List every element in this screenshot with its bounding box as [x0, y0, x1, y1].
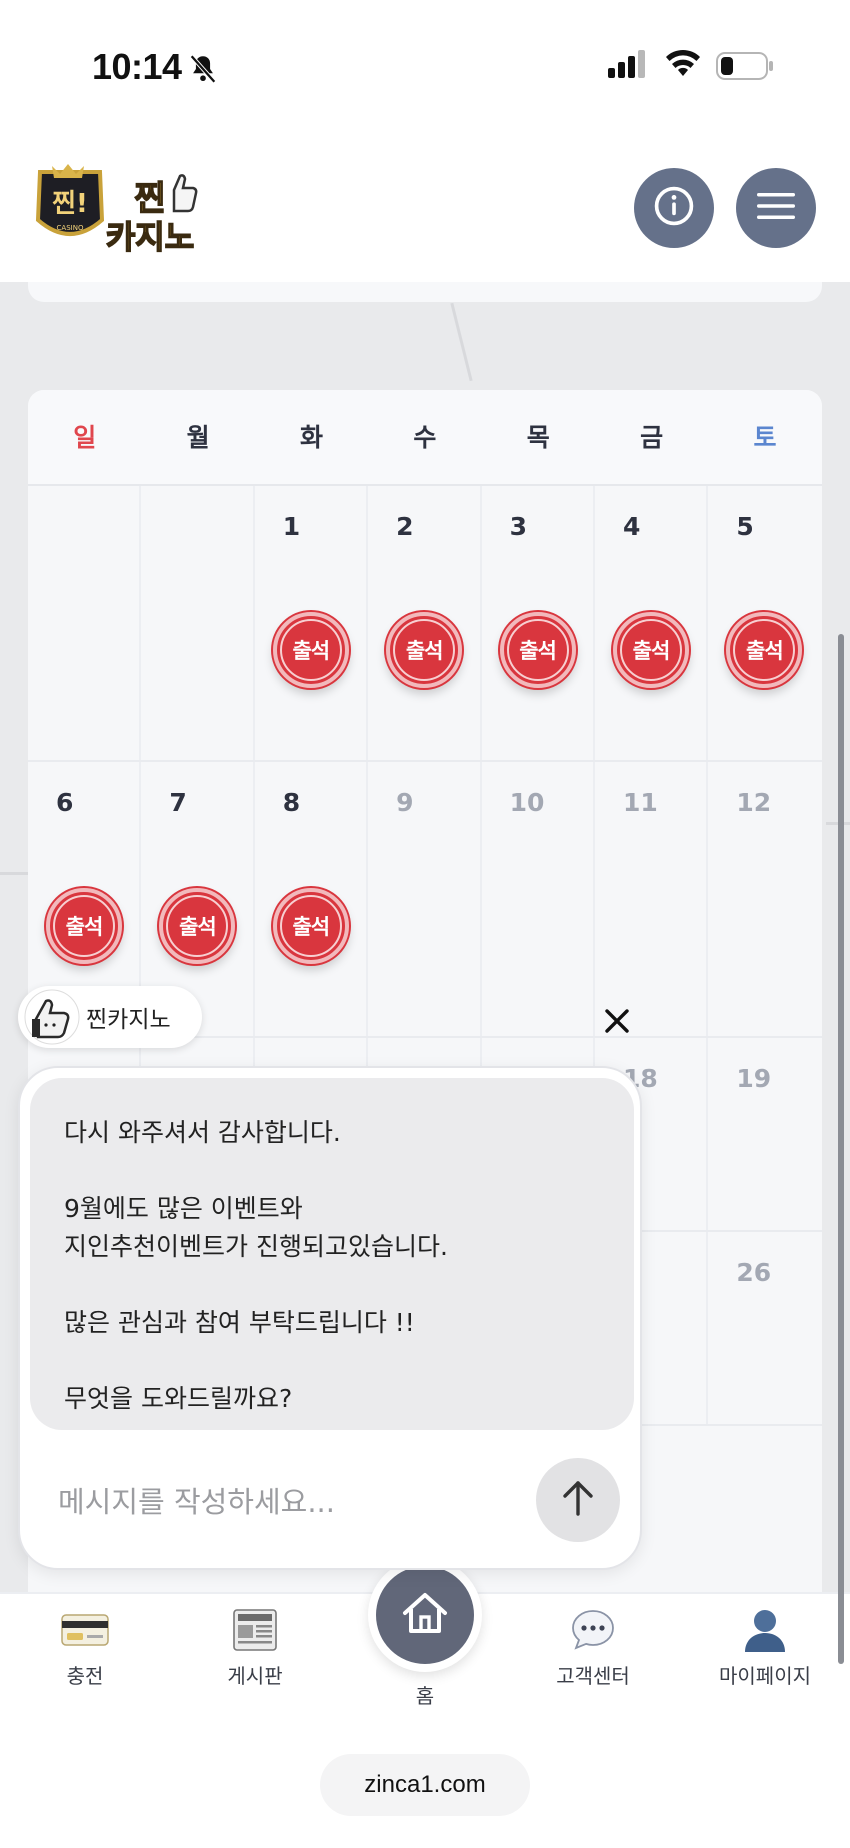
page-scrollbar[interactable] [838, 634, 844, 1664]
calendar-day-cell[interactable]: 3 출석 [482, 486, 595, 760]
calendar-day-cell[interactable]: 5 출석 [708, 486, 821, 760]
calendar-day-number: 7 [169, 788, 187, 817]
calendar-day-cell[interactable]: 2 출석 [368, 486, 482, 760]
calendar-day-cell [141, 486, 255, 760]
chat-send-button[interactable] [536, 1458, 620, 1542]
calendar-day-number: 19 [736, 1064, 772, 1093]
calendar-day-number: 6 [56, 788, 74, 817]
attendance-stamp-label: 출석 [506, 619, 569, 681]
browser-url-bar[interactable]: zinca1.com [320, 1754, 530, 1816]
calendar-day-cell[interactable]: 9 [368, 762, 482, 1036]
thumbs-up-mascot-icon [24, 989, 80, 1045]
info-button[interactable] [634, 168, 714, 248]
calendar-day-number: 3 [509, 512, 527, 541]
bell-slash-icon [186, 52, 220, 90]
newspaper-icon [190, 1602, 320, 1658]
attendance-stamp-label: 출석 [733, 619, 796, 681]
calendar-day-number: 11 [622, 788, 658, 817]
attendance-stamp: 출석 [612, 612, 689, 688]
app-header: 찐! CASINO 찐 카지노 [0, 140, 850, 282]
calendar-day-number: 12 [736, 788, 772, 817]
calendar-day-number: 26 [736, 1258, 772, 1287]
nav-board-label: 게시판 [227, 1664, 283, 1688]
menu-button[interactable] [736, 168, 816, 248]
svg-text:카지노: 카지노 [106, 218, 194, 256]
nav-home-button[interactable] [368, 1558, 482, 1672]
calendar-day-number: 9 [396, 788, 414, 817]
credit-card-icon [20, 1602, 150, 1658]
casino-logo[interactable]: 찐! CASINO 찐 카지노 [32, 160, 212, 260]
attendance-stamp: 출석 [726, 612, 803, 688]
chat-window: 다시 와주셔서 감사합니다. 9월에도 많은 이벤트와 지인추천이벤트가 진행되… [18, 1066, 642, 1570]
nav-mypage-label: 마이페이지 [719, 1664, 811, 1688]
signal-icon [608, 50, 648, 82]
weekday-mon: 월 [186, 423, 210, 452]
calendar-day-cell [28, 486, 142, 760]
calendar-weekday-header: 일 월 화 수 목 금 토 [28, 390, 822, 486]
calendar-day-number: 4 [622, 512, 641, 541]
attendance-stamp: 출석 [46, 888, 122, 964]
chat-message-text: 다시 와주셔서 감사합니다. 9월에도 많은 이벤트와 지인추천이벤트가 진행되… [64, 1118, 448, 1413]
calendar-day-cell[interactable]: 26 [708, 1232, 821, 1424]
attendance-stamp-label: 출석 [619, 619, 682, 681]
calendar-day-cell[interactable]: 11 [595, 762, 709, 1036]
chat-message-bubble: 다시 와주셔서 감사합니다. 9월에도 많은 이벤트와 지인추천이벤트가 진행되… [30, 1078, 634, 1430]
calendar-day-cell[interactable]: 12 [708, 762, 821, 1036]
nav-customer-center[interactable]: 고객센터 [528, 1602, 658, 1689]
chat-bot-badge[interactable]: 찐카지노 [18, 986, 202, 1048]
calendar-day-number: 8 [282, 788, 301, 817]
calendar-day-number: 1 [282, 512, 301, 541]
svg-text:찐: 찐 [134, 179, 165, 219]
attendance-stamp-label: 출석 [279, 619, 342, 681]
calendar-day-number: 5 [736, 512, 754, 541]
nav-charge[interactable]: 충전 [20, 1602, 150, 1689]
info-icon [652, 184, 696, 232]
attendance-stamp-label: 출석 [393, 619, 456, 681]
nav-mypage[interactable]: 마이페이지 [700, 1602, 830, 1689]
attendance-stamp-label: 출석 [166, 895, 229, 957]
nav-home-label: 홈 [415, 1684, 435, 1708]
hamburger-menu-icon [755, 190, 797, 226]
status-time: 10:14 [92, 46, 182, 87]
weekday-sun: 일 [73, 423, 97, 452]
chat-bot-name: 찐카지노 [86, 1007, 171, 1033]
nav-board[interactable]: 게시판 [190, 1602, 320, 1689]
battery-icon [716, 52, 774, 84]
attendance-stamp-label: 출석 [279, 895, 342, 957]
home-icon [401, 1591, 449, 1639]
arrow-up-icon [560, 1478, 596, 1522]
calendar-day-number: 10 [509, 788, 545, 817]
weekday-sat: 토 [753, 423, 777, 452]
status-bar: 10:14 [0, 0, 850, 140]
calendar-day-cell[interactable]: 1 출석 [255, 486, 369, 760]
wifi-icon [664, 48, 702, 82]
calendar-day-cell[interactable]: 19 [708, 1038, 821, 1230]
calendar-day-cell[interactable]: 4 출석 [595, 486, 709, 760]
svg-text:찐!: 찐! [52, 189, 88, 219]
attendance-stamp: 출석 [499, 612, 576, 688]
calendar-day-cell[interactable]: 8 출석 [255, 762, 369, 1036]
user-icon [700, 1602, 830, 1658]
attendance-stamp: 출석 [159, 888, 236, 964]
weekday-fri: 금 [640, 423, 664, 452]
attendance-stamp: 출석 [272, 612, 349, 688]
nav-customer-center-label: 고객센터 [556, 1664, 630, 1688]
chat-bubble-icon [528, 1602, 658, 1658]
calendar-day-cell[interactable]: 10 [482, 762, 595, 1036]
browser-url-text: zinca1.com [364, 1771, 486, 1798]
weekday-wed: 수 [413, 423, 437, 452]
attendance-stamp-label: 출석 [53, 895, 115, 957]
chat-message-input[interactable] [58, 1474, 498, 1530]
svg-text:CASINO: CASINO [57, 224, 84, 232]
calendar-week-row: 1 출석 2 출석 3 출석 4 출석 5 출석 [28, 486, 822, 762]
calendar-day-number: 2 [396, 512, 414, 541]
weekday-tue: 화 [299, 423, 323, 452]
nav-charge-label: 충전 [66, 1664, 104, 1688]
close-icon [604, 1008, 630, 1038]
chat-close-button[interactable] [600, 1006, 634, 1040]
attendance-stamp: 출석 [272, 888, 349, 964]
weekday-thu: 목 [526, 423, 550, 452]
attendance-stamp: 출석 [386, 612, 463, 688]
